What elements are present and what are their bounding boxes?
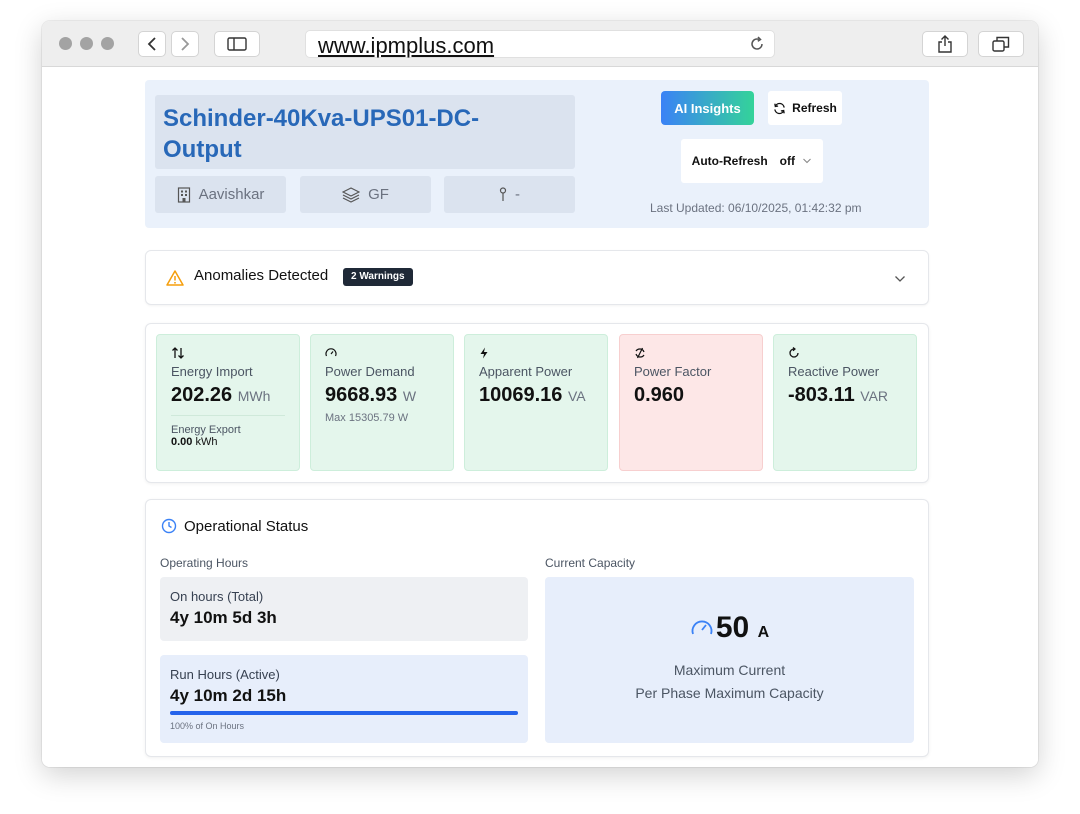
layers-icon [342, 186, 361, 203]
refresh-label: Refresh [792, 101, 837, 115]
metric-label: Power Demand [325, 364, 415, 379]
refresh-icon [774, 102, 785, 114]
back-button[interactable] [138, 31, 166, 57]
chip-position: - [444, 176, 575, 213]
bolt-icon [479, 347, 593, 361]
warnings-badge: 2 Warnings [343, 268, 413, 286]
metric-card-energy-import: Energy Import 202.26 MWh Energy Export 0… [156, 334, 300, 471]
chip-floor: GF [300, 176, 431, 213]
metric-sub-value: 0.00 kWh [171, 436, 218, 448]
arrows-updown-icon [171, 347, 285, 361]
metric-sub-label: Energy Export [171, 424, 241, 436]
chevron-right-icon [181, 37, 190, 51]
run-hours-box: Run Hours (Active) 4y 10m 2d 15h 100% of… [160, 655, 528, 743]
rotate-icon [788, 347, 902, 361]
metric-value: 202.26 MWh [171, 384, 271, 406]
address-bar[interactable]: www.ipmplus.com [305, 30, 775, 58]
gauge-icon [691, 620, 713, 635]
metric-note: Max 15305.79 W [325, 412, 409, 424]
sidebar-toggle-button[interactable] [214, 31, 260, 57]
auto-refresh-label: Auto-Refresh [691, 154, 768, 168]
current-capacity-label: Current Capacity [545, 556, 636, 570]
browser-toolbar: www.ipmplus.com [42, 21, 1038, 67]
capacity-subcaption: Per Phase Maximum Capacity [635, 685, 824, 701]
metric-label: Power Factor [634, 364, 712, 379]
metrics-panel: Energy Import 202.26 MWh Energy Export 0… [145, 323, 929, 483]
metric-card-reactive-power: Reactive Power -803.11 VAR [773, 334, 917, 471]
refresh-button[interactable]: Refresh [768, 91, 842, 125]
clock-icon [161, 518, 177, 534]
capacity-value: 50 A [545, 611, 914, 645]
tabs-icon [992, 36, 1010, 52]
title-box: Schinder-40Kva-UPS01-DC-Output [155, 95, 575, 169]
window-zoom-dot[interactable] [101, 37, 114, 50]
warning-icon [166, 270, 184, 286]
building-icon [177, 186, 190, 203]
sidebar-icon [227, 37, 247, 51]
operational-status-panel: Operational Status Operating Hours Curre… [145, 499, 929, 757]
metric-value: 10069.16 VA [479, 384, 586, 406]
on-hours-value: 4y 10m 5d 3h [170, 608, 277, 627]
forward-button[interactable] [171, 31, 199, 57]
dashboard-content: Schinder-40Kva-UPS01-DC-Output Aavishkar… [145, 68, 933, 767]
gauge-icon [325, 347, 439, 361]
anomalies-panel[interactable]: Anomalies Detected 2 Warnings [145, 250, 929, 305]
anomalies-label: Anomalies Detected [194, 267, 329, 284]
window-minimize-dot[interactable] [80, 37, 93, 50]
ai-insights-button[interactable]: AI Insights [661, 91, 754, 125]
metric-label: Reactive Power [788, 364, 880, 379]
run-hours-progress-fill [170, 711, 518, 715]
chip-floor-label: GF [368, 186, 389, 203]
metric-label: Energy Import [171, 364, 253, 379]
page: Schinder-40Kva-UPS01-DC-Output Aavishkar… [42, 68, 1038, 767]
chip-position-label: - [515, 186, 520, 203]
run-hours-label: Run Hours (Active) [170, 667, 280, 682]
share-icon [938, 35, 952, 53]
chevron-down-icon[interactable] [894, 275, 906, 283]
last-updated-text: Last Updated: 06/10/2025, 01:42:32 pm [650, 201, 862, 215]
operating-hours-label: Operating Hours [160, 556, 249, 570]
chevron-left-icon [147, 37, 156, 51]
metric-value: 9668.93 W [325, 384, 417, 406]
metric-card-power-factor: Power Factor 0.960 [619, 334, 763, 471]
cycle-icon [634, 347, 748, 361]
metric-card-apparent-power: Apparent Power 10069.16 VA [464, 334, 608, 471]
metric-value: 0.960 [634, 384, 685, 406]
window-close-dot[interactable] [59, 37, 72, 50]
metric-card-power-demand: Power Demand 9668.93 W Max 15305.79 W [310, 334, 454, 471]
tabs-button[interactable] [978, 31, 1024, 57]
run-hours-value: 4y 10m 2d 15h [170, 686, 287, 705]
auto-refresh-select[interactable]: Auto-Refresh off [681, 139, 823, 183]
reload-icon[interactable] [748, 35, 766, 53]
operational-status-title: Operational Status [184, 518, 309, 535]
pin-icon [499, 186, 507, 201]
share-button[interactable] [922, 31, 968, 57]
on-hours-label: On hours (Total) [170, 589, 264, 604]
url-text: www.ipmplus.com [318, 33, 495, 58]
browser-window: www.ipmplus.com Schinder-40Kva-UPS01-DC-… [42, 21, 1038, 767]
metric-label: Apparent Power [479, 364, 573, 379]
chevron-down-icon [803, 158, 812, 164]
page-title: Schinder-40Kva-UPS01-DC-Output [163, 105, 480, 163]
divider [171, 415, 285, 416]
metric-value: -803.11 VAR [788, 384, 889, 406]
capacity-box: 50 A Maximum Current Per Phase Maximum C… [545, 577, 914, 743]
chip-location: Aavishkar [155, 176, 286, 213]
auto-refresh-value: off [780, 154, 813, 168]
device-header: Schinder-40Kva-UPS01-DC-Output Aavishkar… [145, 80, 929, 228]
capacity-caption: Maximum Current [673, 662, 786, 678]
chip-location-label: Aavishkar [198, 186, 265, 203]
run-hours-note: 100% of On Hours [170, 721, 245, 731]
on-hours-box: On hours (Total) 4y 10m 5d 3h [160, 577, 528, 641]
run-hours-progress [170, 711, 518, 715]
